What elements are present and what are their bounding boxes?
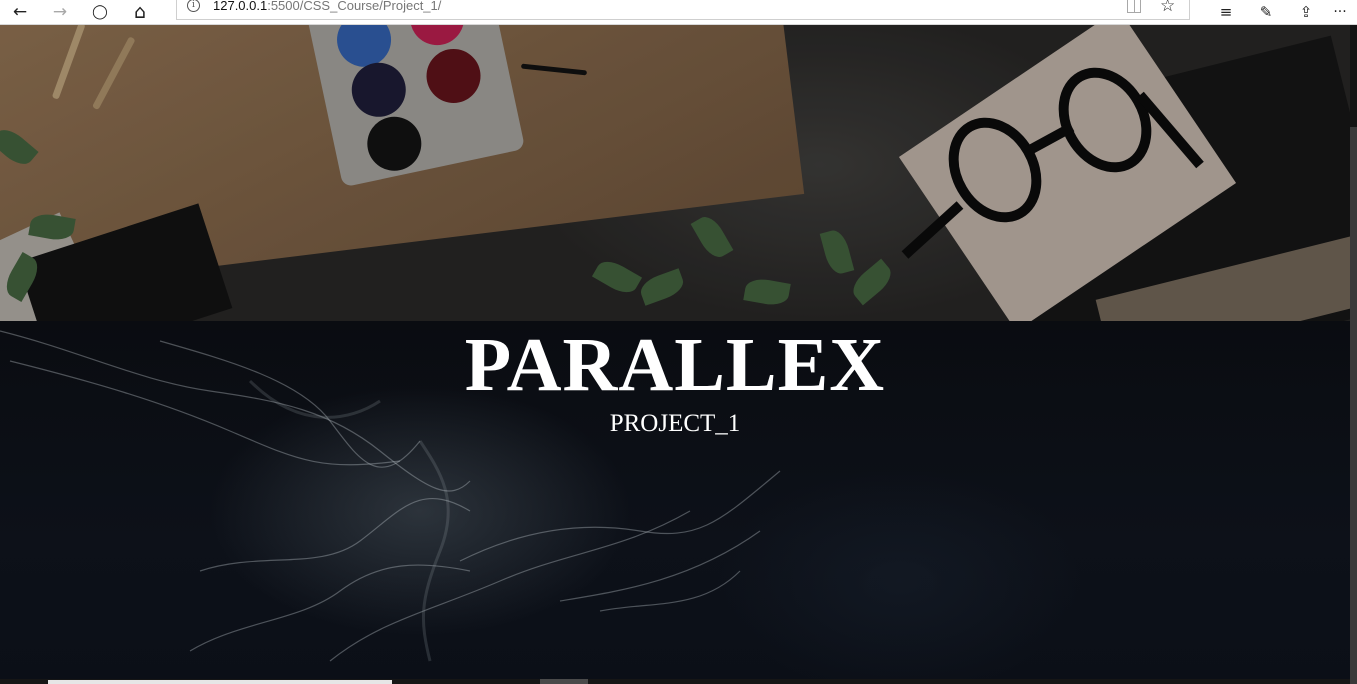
favorites-hub-button[interactable]: ≡	[1209, 0, 1243, 24]
favorites-list-icon: ≡	[1219, 2, 1233, 21]
back-button[interactable]: ←	[3, 0, 37, 24]
hero-section: PARALLEX PROJECT_1	[0, 321, 1350, 684]
annotate-button[interactable]: ✎	[1249, 0, 1283, 24]
address-bar[interactable]: i 127.0.0.1:5500/CSS_Course/Project_1/ ☆	[176, 0, 1190, 20]
star-icon[interactable]: ☆	[1160, 0, 1175, 16]
home-icon: ⌂	[133, 0, 147, 23]
horizontal-scrollbar-thumb[interactable]	[48, 680, 392, 684]
horizontal-scrollbar[interactable]	[0, 679, 1350, 684]
arrow-left-icon: ←	[12, 1, 28, 22]
more-button[interactable]: ···	[1323, 0, 1357, 24]
browser-toolbar: ← → ◯ ⌂ i 127.0.0.1:5500/CSS_Course/Proj…	[0, 0, 1357, 25]
forward-button[interactable]: →	[43, 0, 77, 24]
share-icon: ⇪	[1299, 2, 1313, 21]
vertical-scrollbar[interactable]	[1350, 25, 1357, 684]
more-icon: ···	[1333, 4, 1347, 20]
parallax-image-desk	[0, 25, 1350, 321]
hero-title: PARALLEX	[464, 323, 886, 407]
share-button[interactable]: ⇪	[1289, 0, 1323, 24]
arrow-right-icon: →	[52, 1, 68, 22]
refresh-button[interactable]: ◯	[83, 0, 117, 24]
reading-view-icon[interactable]	[1127, 0, 1141, 13]
url-text[interactable]: 127.0.0.1:5500/CSS_Course/Project_1/	[213, 0, 441, 13]
url-path: :5500/CSS_Course/Project_1/	[267, 0, 442, 13]
pen-icon: ✎	[1259, 2, 1273, 21]
refresh-icon: ◯	[92, 4, 108, 20]
info-icon[interactable]: i	[187, 0, 200, 12]
url-host: 127.0.0.1	[213, 0, 268, 13]
hero-subtitle: PROJECT_1	[609, 410, 741, 437]
vertical-scrollbar-thumb[interactable]	[1350, 127, 1357, 684]
page-content: PARALLEX PROJECT_1	[0, 25, 1350, 684]
home-button[interactable]: ⌂	[123, 0, 157, 24]
